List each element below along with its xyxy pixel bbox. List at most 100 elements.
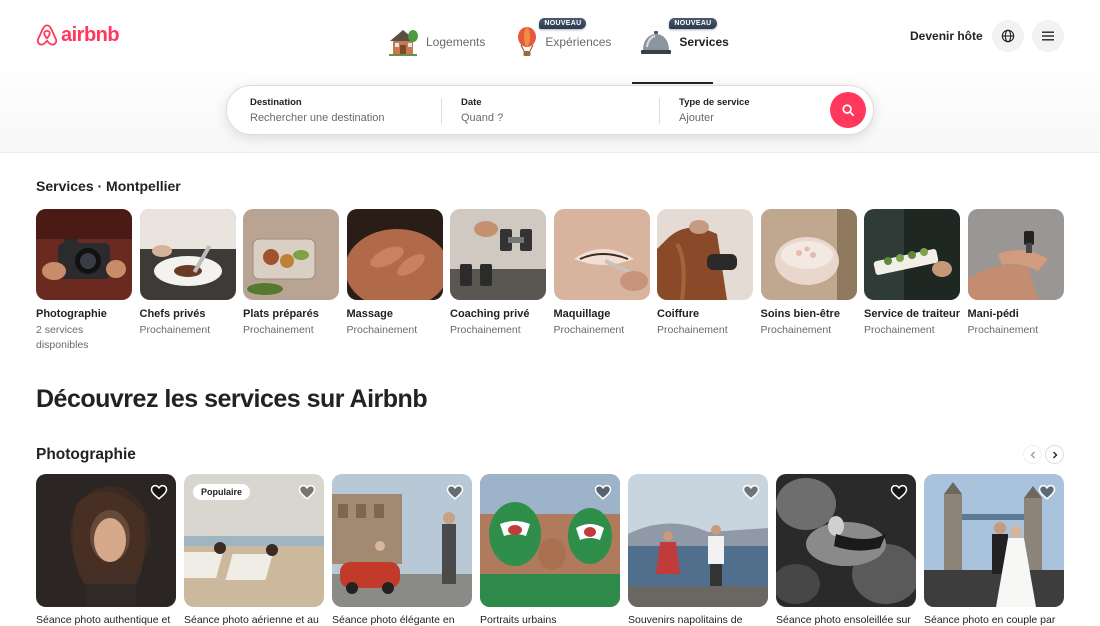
listing-image — [480, 474, 620, 607]
category-image — [450, 209, 546, 300]
listing-image — [628, 474, 768, 607]
services-section-title: Services · Montpellier — [36, 178, 181, 194]
category-image — [346, 209, 443, 300]
category-massage[interactable]: Massage Prochainement — [346, 209, 443, 353]
category-name: Coiffure — [657, 308, 700, 320]
listing-card[interactable]: Séance photo élégante en — [332, 474, 472, 626]
date-label: Date — [461, 97, 482, 108]
category-image — [864, 209, 960, 300]
category-name: Chefs privés — [139, 308, 206, 320]
hot-air-balloon-icon — [518, 27, 537, 56]
category-subtitle: 2 services disponibles — [36, 324, 89, 351]
heart-icon[interactable] — [150, 483, 168, 501]
category-photographie[interactable]: Photographie 2 services disponibles — [36, 209, 132, 353]
listing-image — [924, 474, 1064, 607]
category-service-traiteur[interactable]: Service de traiteur Prochainement — [864, 209, 960, 353]
category-subtitle: Prochainement — [657, 324, 728, 336]
hamburger-menu-icon — [1042, 31, 1054, 41]
category-subtitle: Prochainement — [139, 324, 211, 336]
heart-icon[interactable] — [446, 483, 464, 501]
menu-button[interactable] — [1032, 20, 1064, 52]
service-bell-icon — [641, 31, 672, 54]
date-field[interactable]: Date Quand ? — [461, 97, 503, 124]
listing-title: Séance photo élégante en — [332, 614, 455, 626]
service-type-field[interactable]: Type de service Ajouter — [679, 97, 750, 124]
category-name: Plats préparés — [243, 308, 319, 320]
listing-title: Séance photo ensoleillée sur — [776, 614, 911, 626]
brand-name: airbnb — [61, 23, 120, 46]
tab-experiences[interactable]: NOUVEAU Expériences — [515, 18, 612, 62]
category-image — [139, 209, 236, 300]
listing-image: Populaire — [184, 474, 324, 607]
category-plats-prepares[interactable]: Plats préparés Prochainement — [243, 209, 339, 353]
category-subtitle: Prochainement — [760, 324, 832, 336]
discover-title: Découvrez les services sur Airbnb — [36, 385, 428, 413]
popular-badge: Populaire — [193, 484, 251, 500]
main-nav: Logements NOUVEAU Expériences NOUVEAU Se… — [386, 18, 729, 84]
category-subtitle: Prochainement — [450, 324, 521, 336]
category-subtitle: Prochainement — [967, 324, 1039, 336]
globe-icon — [1001, 29, 1015, 43]
heart-icon[interactable] — [742, 483, 760, 501]
listing-card[interactable]: Populaire Séance photo aérienne et au — [184, 474, 324, 626]
listing-card[interactable]: Souvenirs napolitains de — [628, 474, 768, 626]
tab-label-logements: Logements — [426, 35, 486, 49]
listing-card[interactable]: Séance photo en couple par — [924, 474, 1064, 626]
listing-image — [36, 474, 176, 607]
destination-placeholder: Rechercher une destination — [250, 112, 385, 124]
new-badge: NOUVEAU — [669, 18, 717, 29]
listing-title: Souvenirs napolitains de — [628, 614, 743, 626]
category-name: Photographie — [36, 308, 107, 320]
listing-image — [776, 474, 916, 607]
category-coaching-prive[interactable]: Coaching privé Prochainement — [450, 209, 546, 353]
heart-icon[interactable] — [594, 483, 612, 501]
tab-label-experiences: Expériences — [545, 35, 612, 49]
category-name: Coaching privé — [450, 308, 530, 320]
category-subtitle: Prochainement — [346, 324, 418, 336]
destination-field[interactable]: Destination Rechercher une destination — [250, 97, 385, 124]
category-coiffure[interactable]: Coiffure Prochainement — [657, 209, 753, 353]
date-placeholder: Quand ? — [461, 112, 504, 124]
listing-title: Portraits urbains — [480, 614, 557, 626]
service-type-label: Type de service — [679, 97, 750, 108]
category-subtitle: Prochainement — [243, 324, 314, 336]
heart-icon[interactable] — [890, 483, 908, 501]
photography-row-title: Photographie — [36, 446, 136, 463]
header: airbnb Logements NOUVEAU Expériences NOU… — [0, 0, 1100, 153]
tab-services[interactable]: NOUVEAU Services — [639, 18, 729, 62]
category-image — [243, 209, 339, 300]
listing-card[interactable]: Séance photo authentique et — [36, 474, 176, 626]
category-name: Mani-pédi — [967, 308, 1019, 320]
new-badge: NOUVEAU — [539, 18, 587, 29]
category-image — [553, 209, 650, 300]
service-categories: Photographie 2 services disponibles Chef… — [36, 209, 1064, 353]
category-name: Soins bien-être — [760, 308, 840, 320]
tab-logements[interactable]: Logements — [386, 22, 485, 62]
category-soins-bien-etre[interactable]: Soins bien-être Prochainement — [760, 209, 857, 353]
heart-icon[interactable] — [1038, 483, 1056, 501]
chevron-right-icon — [1052, 451, 1057, 458]
listing-card[interactable]: Séance photo ensoleillée sur — [776, 474, 916, 626]
search-divider — [441, 98, 442, 124]
category-name: Maquillage — [553, 308, 611, 320]
tab-label-services: Services — [679, 35, 729, 49]
category-mani-pedi[interactable]: Mani-pédi Prochainement — [967, 209, 1064, 353]
category-chefs-prives[interactable]: Chefs privés Prochainement — [139, 209, 236, 353]
search-icon — [842, 104, 854, 116]
previous-button[interactable] — [1023, 445, 1042, 464]
category-name: Massage — [346, 308, 393, 320]
listing-card[interactable]: Portraits urbains — [480, 474, 620, 626]
airbnb-logo-icon — [36, 24, 58, 46]
listing-title: Séance photo en couple par — [924, 614, 1056, 626]
category-subtitle: Prochainement — [864, 324, 935, 336]
category-image — [36, 209, 132, 300]
language-button[interactable] — [992, 20, 1024, 52]
chevron-left-icon — [1030, 451, 1035, 458]
next-button[interactable] — [1045, 445, 1064, 464]
become-host-link[interactable]: Devenir hôte — [910, 29, 983, 43]
category-subtitle: Prochainement — [553, 324, 625, 336]
heart-icon[interactable] — [298, 483, 316, 501]
search-button[interactable] — [830, 92, 866, 128]
airbnb-logo[interactable]: airbnb — [36, 23, 120, 47]
category-maquillage[interactable]: Maquillage Prochainement — [553, 209, 650, 353]
